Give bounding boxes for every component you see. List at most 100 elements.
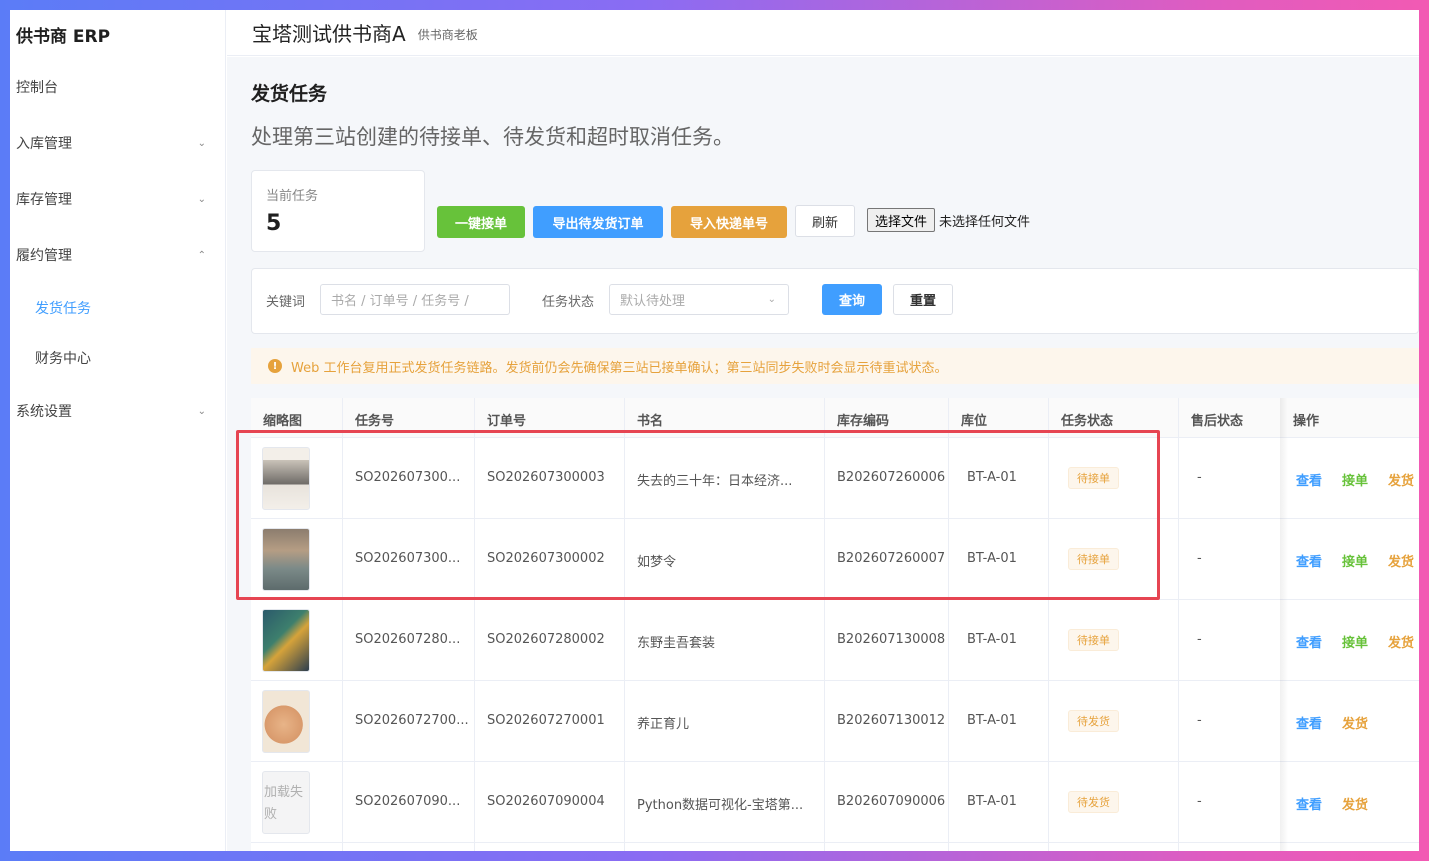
- page-description: 处理第三站创建的待接单、待发货和超时取消任务。: [251, 125, 734, 149]
- keyword-label: 关键词: [266, 295, 306, 310]
- view-button[interactable]: 查看: [1296, 551, 1322, 570]
- status-label: 任务状态: [542, 295, 595, 310]
- storage-location: BT-A-01: [967, 470, 1017, 485]
- after-sale-status: -: [1197, 713, 1202, 728]
- book-thumbnail[interactable]: [262, 528, 310, 591]
- import-tracking-button[interactable]: 导入快递单号: [671, 206, 787, 238]
- column-divider: [1178, 398, 1179, 851]
- user-role: 供书商老板: [417, 28, 478, 42]
- ship-button[interactable]: 发货: [1342, 713, 1368, 732]
- stat-label: 当前任务: [266, 189, 319, 204]
- column-divider: [824, 398, 825, 851]
- sidebar-item-inbound[interactable]: 入库管理 ⌄: [10, 123, 226, 163]
- sidebar-item-inventory[interactable]: 库存管理 ⌄: [10, 179, 226, 219]
- view-button[interactable]: 查看: [1296, 470, 1322, 489]
- sku-code: B202607260007: [837, 551, 946, 566]
- sku-code: B202607090006: [837, 794, 946, 809]
- order-number: SO202607300003: [487, 470, 605, 485]
- org-name: 宝塔测试供书商A: [252, 22, 406, 46]
- chevron-down-icon: ⌄: [197, 405, 206, 417]
- sidebar-item-label: 入库管理: [16, 136, 72, 152]
- column-header: 任务状态: [1061, 414, 1114, 429]
- after-sale-status: -: [1197, 551, 1202, 566]
- sku-code: B202607130012: [837, 713, 946, 728]
- task-status-badge: 待发货: [1068, 791, 1119, 813]
- tasks-table: 缩略图 任务号 订单号 书名 库存编码 库位 任务状态 售后状态 操作 SO20…: [251, 398, 1419, 851]
- chevron-down-icon: ⌄: [767, 294, 776, 305]
- accept-button[interactable]: 接单: [1342, 632, 1368, 651]
- table-row: 加载失败 SO202607090... SO202607090004 Python数据…: [251, 762, 1419, 843]
- main-content: 发货任务 处理第三站创建的待接单、待发货和超时取消任务。 当前任务 5 一键接单…: [227, 57, 1419, 851]
- task-number: SO202607090...: [355, 794, 461, 809]
- table-row: SO202607300... SO202607300003 失去的三十年：日本经济.…: [251, 438, 1419, 519]
- top-header: 宝塔测试供书商A 供书商老板: [227, 10, 1419, 56]
- sidebar-item-settings[interactable]: 系统设置 ⌄: [10, 391, 226, 431]
- alert-text: Web 工作台复用正式发货任务链路。发货前仍会先确保第三站已接单确认；第三站同步…: [291, 360, 948, 376]
- view-button[interactable]: 查看: [1296, 713, 1322, 732]
- ship-button[interactable]: 发货: [1388, 632, 1414, 651]
- refresh-button[interactable]: 刷新: [795, 205, 855, 237]
- order-number: SO202607300002: [487, 551, 605, 566]
- accept-all-button[interactable]: 一键接单: [437, 206, 525, 238]
- ship-button[interactable]: 发货: [1388, 551, 1414, 570]
- storage-location: BT-A-01: [967, 794, 1017, 809]
- order-number: SO202607280002: [487, 632, 605, 647]
- choose-file-button[interactable]: 选择文件: [867, 208, 936, 232]
- sidebar-item-label: 发货任务: [35, 301, 91, 317]
- column-header: 订单号: [487, 414, 527, 429]
- filter-bar: 关键词 书名 / 订单号 / 任务号 / 任务状态 默认待处理 ⌄ 查询 重置: [251, 268, 1419, 334]
- app-window: 供书商 ERP 控制台 入库管理 ⌄ 库存管理 ⌄ 履约管理 ⌃ 发货任务 财务…: [10, 10, 1419, 851]
- sidebar-item-dashboard[interactable]: 控制台: [10, 67, 226, 107]
- after-sale-status: -: [1197, 470, 1202, 485]
- accept-button[interactable]: 接单: [1342, 551, 1368, 570]
- task-number: SO202607280...: [355, 632, 461, 647]
- column-header: 库存编码: [837, 414, 890, 429]
- ship-button[interactable]: 发货: [1388, 470, 1414, 489]
- export-button[interactable]: 导出待发货订单: [533, 206, 663, 238]
- sidebar-item-label: 系统设置: [16, 404, 72, 420]
- sidebar: 供书商 ERP 控制台 入库管理 ⌄ 库存管理 ⌄ 履约管理 ⌃ 发货任务 财务…: [10, 10, 226, 851]
- chevron-down-icon: ⌄: [197, 137, 206, 149]
- order-number: SO202607090004: [487, 794, 605, 809]
- info-alert: ! Web 工作台复用正式发货任务链路。发货前仍会先确保第三站已接单确认；第三站…: [251, 348, 1419, 384]
- book-thumbnail[interactable]: [262, 447, 310, 510]
- task-number: SO202607300...: [355, 551, 461, 566]
- book-title: 养正育儿: [637, 717, 690, 732]
- table-row: SO202607280... SO202607280002 东野圭吾套装 B20260…: [251, 600, 1419, 681]
- current-tasks-card: 当前任务 5: [251, 170, 425, 252]
- column-divider: [624, 398, 625, 851]
- ship-button[interactable]: 发货: [1342, 794, 1368, 813]
- book-thumbnail[interactable]: [262, 690, 310, 753]
- sidebar-item-finance[interactable]: 财务中心: [10, 338, 226, 378]
- column-header: 操作: [1293, 414, 1320, 429]
- column-header: 书名: [637, 414, 664, 429]
- status-select[interactable]: 默认待处理 ⌄: [609, 284, 789, 315]
- thumbnail-failed-text: 加载失败: [264, 785, 304, 822]
- view-button[interactable]: 查看: [1296, 794, 1322, 813]
- column-divider: [342, 398, 343, 851]
- stat-value: 5: [266, 211, 282, 236]
- task-number: SO2026072700...: [355, 713, 469, 728]
- reset-button[interactable]: 重置: [893, 284, 953, 315]
- sidebar-item-fulfillment[interactable]: 履约管理 ⌃: [10, 235, 226, 275]
- book-thumbnail[interactable]: [262, 609, 310, 672]
- search-button[interactable]: 查询: [822, 284, 882, 315]
- accept-button[interactable]: 接单: [1342, 470, 1368, 489]
- book-thumbnail[interactable]: 加载失败: [262, 771, 310, 834]
- book-title: Python数据可视化-宝塔第...: [637, 798, 804, 813]
- keyword-input[interactable]: 书名 / 订单号 / 任务号 /: [320, 284, 510, 315]
- column-header: 库位: [961, 414, 988, 429]
- column-divider: [474, 398, 475, 851]
- task-status-badge: 待接单: [1068, 548, 1119, 570]
- sidebar-item-shipping-tasks[interactable]: 发货任务: [10, 288, 226, 328]
- fixed-column-shadow: [1280, 398, 1288, 851]
- sidebar-item-label: 财务中心: [35, 351, 91, 367]
- view-button[interactable]: 查看: [1296, 632, 1322, 651]
- column-divider: [948, 398, 949, 851]
- after-sale-status: -: [1197, 632, 1202, 647]
- column-header: 售后状态: [1191, 414, 1244, 429]
- task-number: SO202607300...: [355, 470, 461, 485]
- warning-icon: !: [268, 359, 282, 373]
- file-status-text: 未选择任何文件: [939, 215, 1031, 230]
- sidebar-item-label: 库存管理: [16, 192, 72, 208]
